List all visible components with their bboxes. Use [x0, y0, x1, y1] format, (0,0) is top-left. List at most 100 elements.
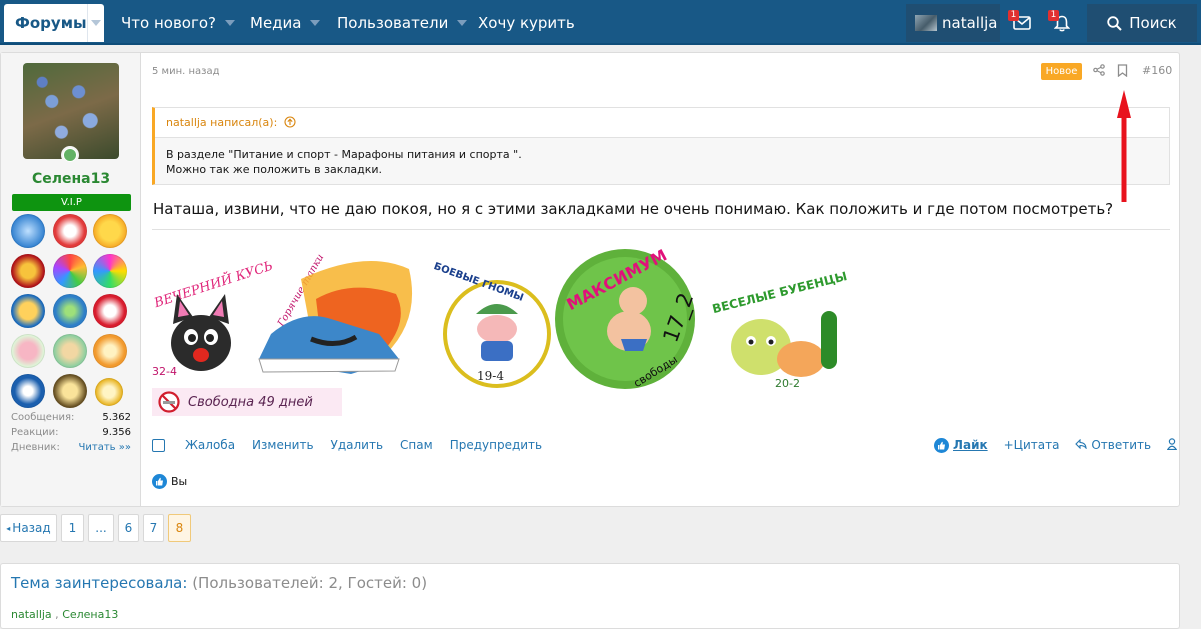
viewers-counts: (Пользователей: 2, Гостей: 0): [192, 574, 428, 592]
chevron-left-icon: ◂: [6, 523, 11, 533]
search-button[interactable]: Поиск: [1087, 4, 1197, 42]
trophy-icon[interactable]: [11, 334, 45, 368]
trophy-icon[interactable]: [53, 334, 87, 368]
signature: ВЕЧЕРНИЙ КУСЬ 32-4 Горячие тапки БОЕВЫЕ …: [151, 239, 851, 389]
share-icon[interactable]: [1093, 64, 1105, 80]
signature-divider: [152, 229, 1170, 230]
page-6-button[interactable]: 6: [118, 514, 139, 542]
nav-tab-whats-new[interactable]: Что нового?: [121, 0, 235, 45]
trophy-icon[interactable]: [93, 334, 127, 368]
nav-tab-label: Медиа: [250, 13, 302, 32]
trophy-icon[interactable]: [53, 294, 87, 328]
trophy-icon[interactable]: [95, 378, 123, 406]
trophy-icon[interactable]: [11, 374, 45, 408]
page-8-current[interactable]: 8: [168, 514, 191, 542]
banner-num: 20-2: [775, 377, 800, 389]
banner-hot-shoes: Горячие тапки: [258, 252, 413, 374]
trophy-icon[interactable]: [11, 254, 45, 288]
nav-tab-members[interactable]: Пользователи: [337, 0, 468, 45]
trophy-icon[interactable]: [93, 214, 127, 248]
trophy-icon[interactable]: [11, 214, 45, 248]
search-icon: [1107, 15, 1122, 31]
trophy-icon[interactable]: [53, 374, 87, 408]
nav-tab-label: Что нового?: [121, 13, 216, 32]
stat-label: Сообщения:: [11, 412, 75, 423]
like-label: Лайк: [953, 438, 988, 452]
quote-line: В разделе "Питание и спорт - Марафоны пи…: [166, 148, 522, 161]
thumbs-up-icon: [152, 474, 167, 489]
trophy-icon[interactable]: [53, 214, 87, 248]
quote-block: natallja написал(а): В разделе "Питание …: [152, 107, 1170, 185]
viewers-title: Тема заинтересовала: (Пользователей: 2, …: [11, 574, 427, 592]
banner-title: ВЕЧЕРНИЙ КУСЬ: [151, 256, 275, 312]
trophy-icon[interactable]: [11, 294, 45, 328]
nav-tab-forums[interactable]: Форумы: [4, 4, 104, 42]
user-icon[interactable]: [1166, 437, 1178, 453]
quote-header[interactable]: natallja написал(а):: [155, 108, 1169, 138]
banner-title: ВЕСЕЛЫЕ БУБЕНЦЫ: [711, 269, 849, 316]
chevron-down-icon: [457, 19, 468, 26]
post-actions-right: Лайк +Цитата Ответить: [934, 435, 1178, 455]
viewer-user[interactable]: Селена13: [62, 608, 118, 621]
nav-tab-want-smoke[interactable]: Хочу курить: [478, 0, 575, 45]
quote-button[interactable]: +Цитата: [1004, 438, 1060, 452]
post-number[interactable]: #160: [1142, 64, 1172, 77]
bookmark-icon[interactable]: [1117, 64, 1128, 81]
viewer-user[interactable]: natallja: [11, 608, 52, 621]
page-7-button[interactable]: 7: [143, 514, 164, 542]
reply-button[interactable]: Ответить: [1075, 438, 1151, 452]
author-avatar[interactable]: [23, 63, 119, 159]
user-avatar: [915, 15, 937, 31]
new-badge: Новое: [1041, 63, 1082, 80]
warn-link[interactable]: Предупредить: [450, 438, 542, 452]
trophy-icon[interactable]: [93, 254, 127, 288]
reply-label: Ответить: [1091, 438, 1152, 452]
nav-forums-label: Форумы: [15, 14, 87, 32]
edit-link[interactable]: Изменить: [252, 438, 314, 452]
forum-post: Селена13 V.I.P Сообщения: 5.362 Реакции: 9…: [0, 52, 1180, 507]
account-username: natallja: [942, 14, 998, 32]
post-message: 5 мин. назад Новое #160 natallja написал…: [142, 53, 1179, 506]
trophy-icon[interactable]: [93, 294, 127, 328]
page-1-button[interactable]: 1: [61, 514, 84, 542]
post-timestamp[interactable]: 5 мин. назад: [152, 66, 220, 77]
author-username[interactable]: Селена13: [1, 171, 141, 187]
banner-jolly-bells: ВЕСЕЛЫЕ БУБЕНЦЫ 20-2: [711, 269, 849, 389]
banner-fighting-gnomes: БОЕВЫЕ ГНОМЫ 19-4: [432, 261, 551, 388]
reply-icon: [1075, 438, 1088, 450]
inbox-button[interactable]: 1: [1002, 4, 1042, 42]
alerts-button[interactable]: 1: [1042, 4, 1082, 42]
user-stats: Сообщения: 5.362 Реакции: 9.356 Дневник: Чи…: [11, 410, 131, 455]
account-menu[interactable]: natallja: [906, 4, 1000, 42]
stat-value: 5.362: [102, 412, 131, 423]
banner-maximum: МАКСИМУМ 17_2 свободы: [555, 245, 699, 389]
select-post-checkbox[interactable]: [152, 438, 165, 452]
prev-page-button[interactable]: ◂ Назад: [0, 514, 57, 542]
diary-link[interactable]: Читать »»: [79, 440, 131, 455]
banner-num: 32-4: [152, 365, 177, 378]
reactions-bar[interactable]: Вы: [152, 474, 187, 489]
prev-page-label: Назад: [12, 521, 51, 535]
chevron-down-icon: [225, 19, 235, 26]
nav-tab-label: Хочу курить: [478, 13, 575, 32]
stat-label: Дневник:: [11, 442, 60, 453]
chevron-down-icon: [90, 20, 101, 26]
page-skip-button[interactable]: ...: [88, 514, 114, 542]
nav-tab-label: Пользователи: [337, 13, 449, 32]
nav-tab-media[interactable]: Медиа: [250, 0, 321, 45]
viewers-title-label: Тема заинтересовала:: [11, 574, 188, 592]
delete-link[interactable]: Удалить: [331, 438, 384, 452]
spam-link[interactable]: Спам: [400, 438, 433, 452]
reactions-users: Вы: [171, 475, 188, 488]
post-user-cell: Селена13 V.I.P Сообщения: 5.362 Реакции: 9…: [1, 53, 141, 506]
report-link[interactable]: Жалоба: [185, 438, 235, 452]
banner-evening-bite: ВЕЧЕРНИЙ КУСЬ 32-4: [151, 256, 275, 378]
nav-forums-dropdown[interactable]: [86, 4, 104, 42]
trophy-icon[interactable]: [53, 254, 87, 288]
like-button[interactable]: Лайк: [934, 437, 988, 453]
stat-label: Реакции:: [11, 427, 59, 438]
online-status-icon: [61, 146, 79, 164]
inbox-badge: 1: [1008, 10, 1019, 21]
search-label: Поиск: [1129, 14, 1177, 32]
viewer-separator: ,: [51, 608, 63, 621]
